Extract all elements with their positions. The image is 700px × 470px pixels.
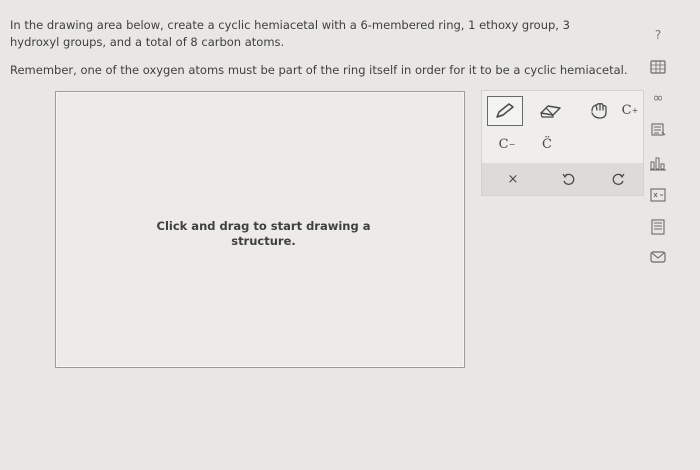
lone-pair-label: C̈	[542, 136, 552, 152]
question-prompt: In the drawing area below, create a cycl…	[10, 18, 570, 49]
redo-button[interactable]	[606, 166, 632, 192]
help-icon[interactable]: ?	[648, 25, 668, 45]
bar-chart-icon[interactable]	[648, 153, 668, 173]
clear-button[interactable]: ×	[500, 166, 526, 192]
hand-tool-button[interactable]	[586, 98, 614, 124]
charge-sup: +	[631, 105, 639, 115]
infinity-icon[interactable]: ∞	[648, 88, 668, 108]
drawing-toolbox: C + C − C̈ ×	[481, 90, 644, 196]
eraser-icon	[540, 105, 561, 118]
carbanion-label: C	[498, 136, 509, 152]
negative-charge-icon: −	[508, 139, 516, 149]
periodic-table-icon[interactable]	[648, 57, 668, 77]
pencil-tool-button[interactable]	[487, 96, 523, 126]
action-row: ×	[482, 163, 643, 195]
charge-label: C	[621, 102, 632, 118]
negative-charge-tool-button[interactable]: C −	[494, 131, 520, 157]
eraser-tool-button[interactable]	[536, 98, 566, 124]
undo-button[interactable]	[555, 166, 581, 192]
question-reminder: Remember, one of the oxygen atoms must b…	[10, 63, 628, 77]
positive-charge-tool-button[interactable]: C +	[618, 97, 642, 123]
pencil-icon	[496, 103, 514, 118]
lone-pair-tool-button[interactable]: C̈	[534, 131, 560, 157]
hand-icon	[591, 103, 607, 119]
redo-icon	[612, 173, 625, 185]
canvas-hint: Click and drag to start drawing a struct…	[156, 219, 371, 248]
undo-icon	[562, 173, 575, 185]
document-icon[interactable]	[648, 217, 668, 237]
drawing-canvas[interactable]: Click and drag to start drawing a struct…	[55, 91, 465, 368]
notes-icon[interactable]	[648, 120, 668, 140]
mail-icon[interactable]	[648, 247, 668, 267]
calculator-icon[interactable]	[648, 185, 668, 205]
close-icon: ×	[507, 171, 519, 187]
